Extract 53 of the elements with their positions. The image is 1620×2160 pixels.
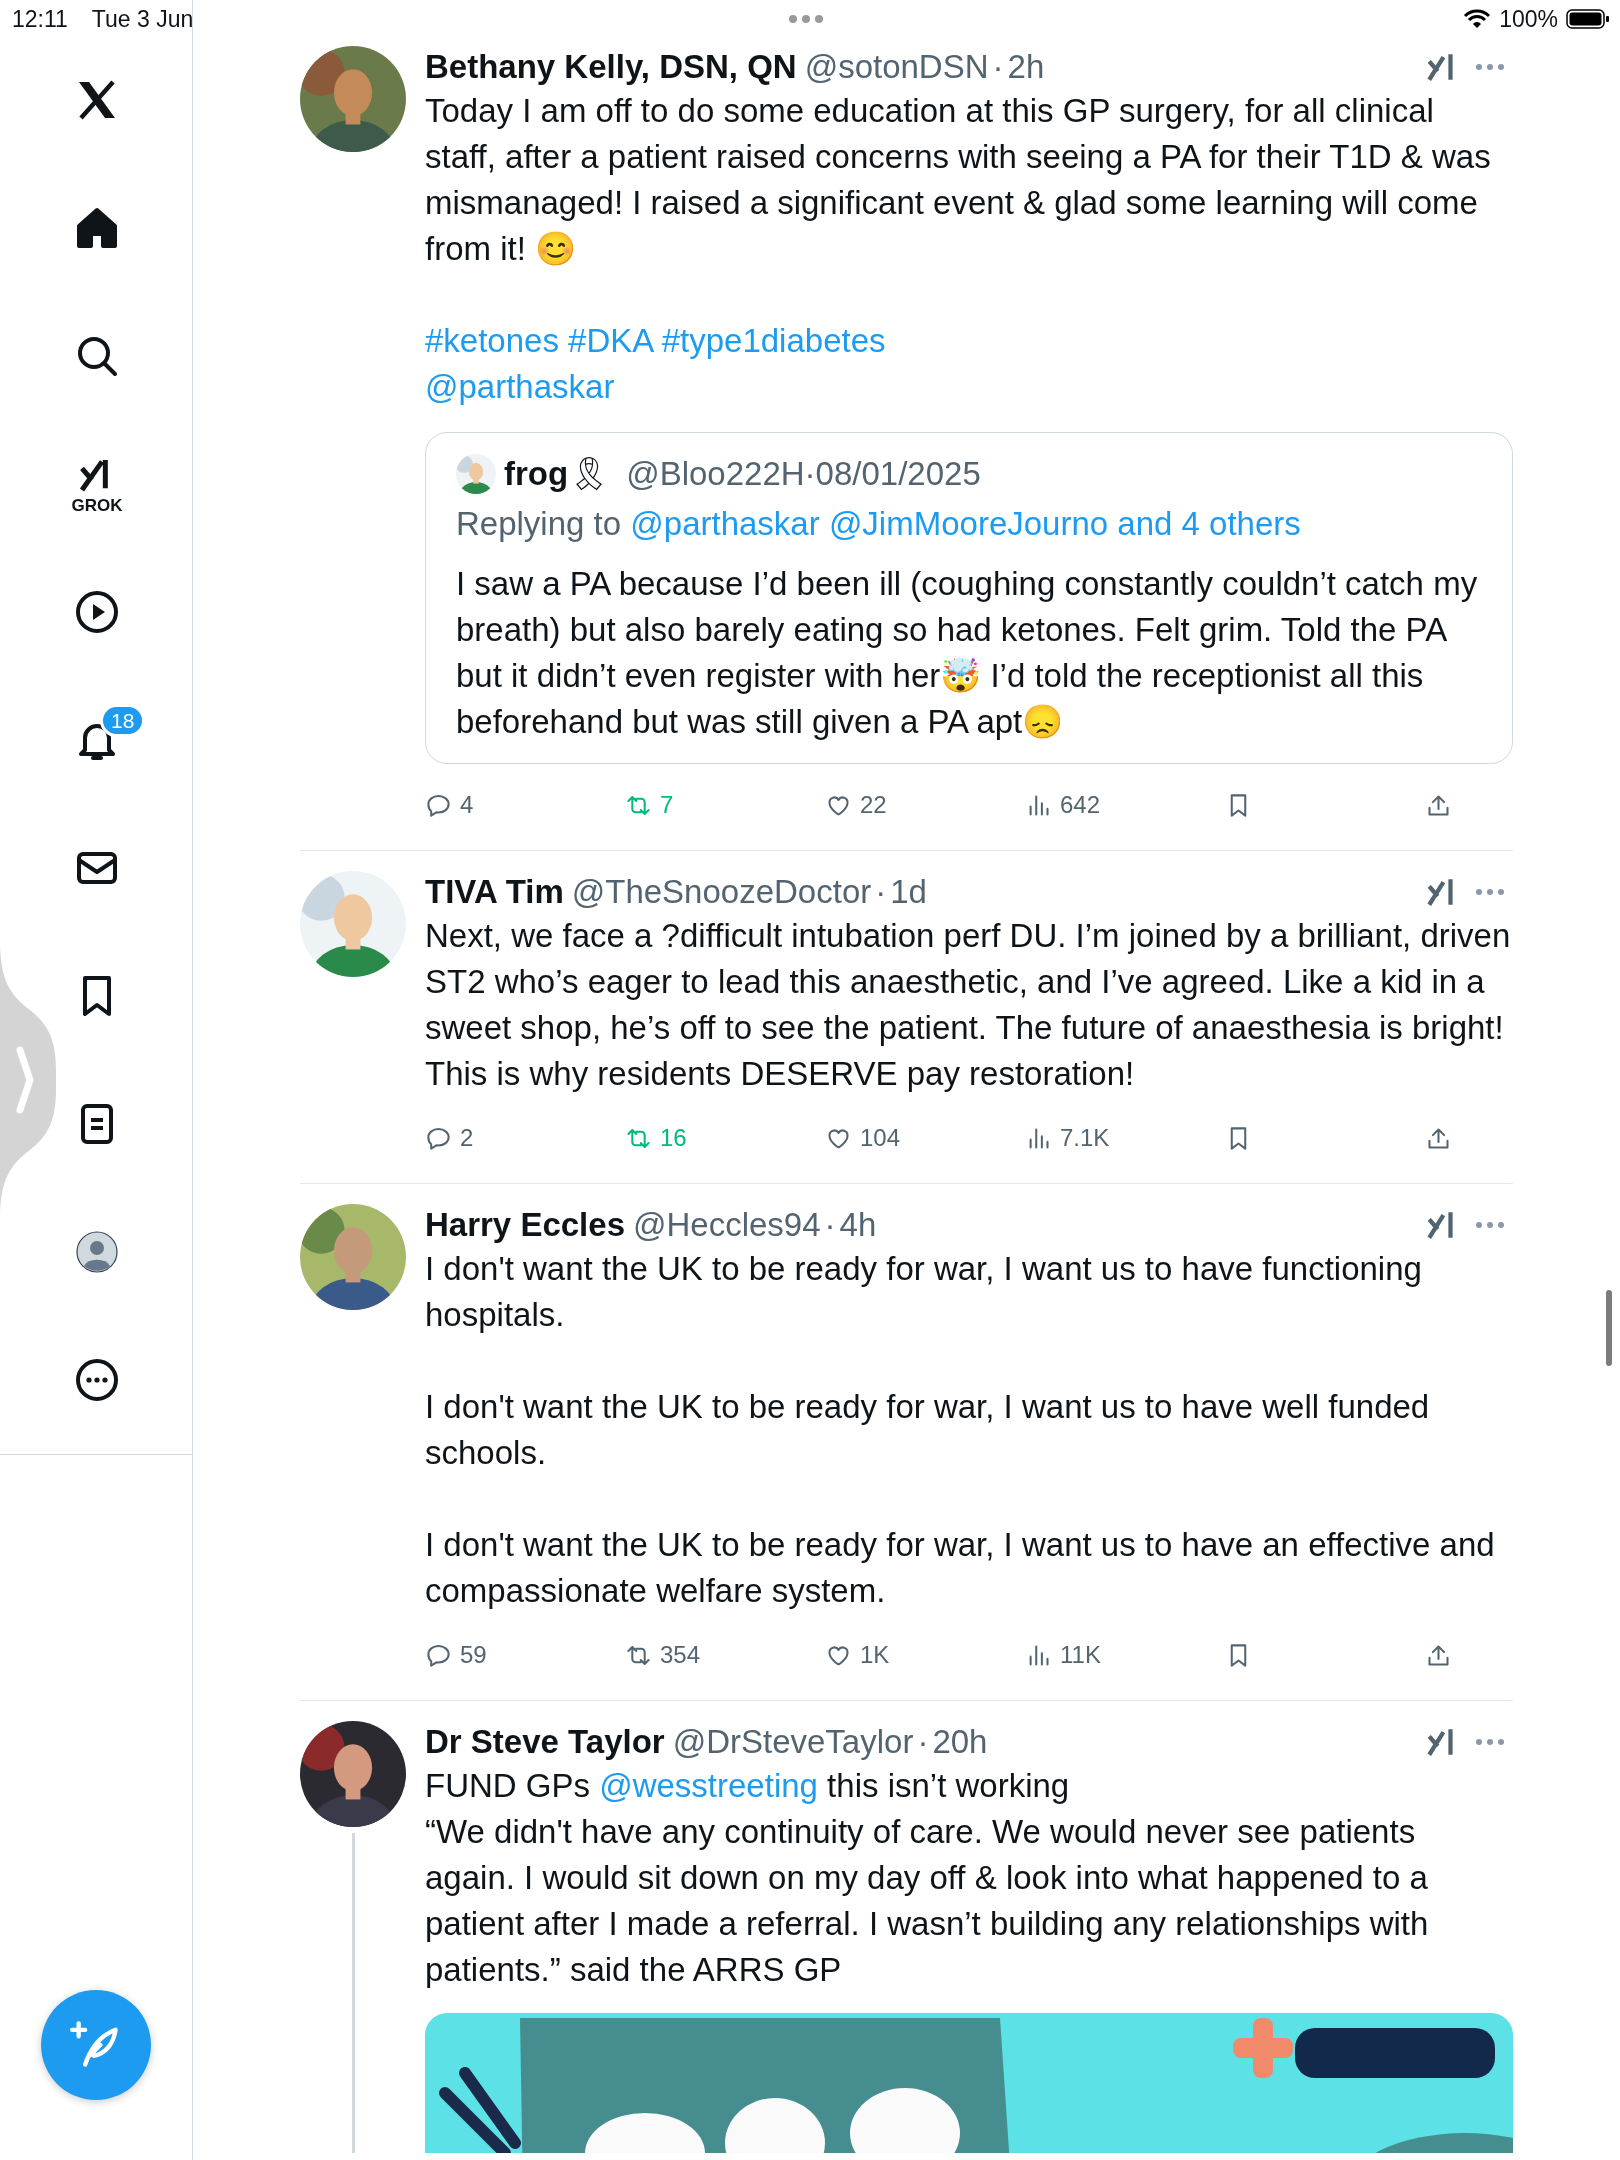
post-text: I saw a PA because I’d been ill (coughing constantly couldn’t catch my breath) but also barely eating so had ketones. Felt grim. Told the PA but it didn’t even register with her🤯 I’d told the receptionist all this beforehand but was still given a PA apt😞 (456, 564, 1479, 742)
reply-button[interactable]: 2 (425, 1120, 625, 1156)
separator-dot: · (824, 1205, 836, 1245)
battery-level: 100% (1499, 4, 1558, 34)
reply-button[interactable]: 59 (425, 1637, 625, 1673)
scrollbar[interactable] (1606, 1290, 1612, 1366)
like-button[interactable]: 22 (825, 787, 1025, 823)
views-button[interactable]: 642 (1025, 787, 1225, 823)
author-handle[interactable]: @DrSteveTaylor (672, 1721, 914, 1763)
post-time: 1d (890, 872, 927, 912)
author-name: frog (504, 454, 569, 494)
post-time: 4h (839, 1205, 877, 1245)
author-handle[interactable]: @TheSnoozeDoctor (571, 871, 872, 913)
author-handle[interactable]: @Heccles94 (633, 1204, 821, 1246)
author-handle: @Bloo222H (626, 454, 805, 494)
separator-dot: · (917, 1722, 929, 1762)
views-button[interactable]: 7.1K (1025, 1120, 1225, 1156)
more-icon[interactable] (1475, 1221, 1505, 1229)
dots-icon[interactable] (788, 14, 824, 24)
status-date: Tue 3 Jun (91, 4, 194, 34)
compose-button[interactable] (41, 1990, 151, 2100)
status-time: 12:11 (12, 4, 68, 34)
like-button[interactable]: 104 (825, 1120, 1025, 1156)
post-time: 2h (1007, 47, 1045, 87)
like-button[interactable]: 1K (825, 1637, 1025, 1673)
more-icon[interactable] (1475, 63, 1505, 71)
repost-button[interactable]: 354 (625, 1637, 825, 1673)
author-name[interactable]: Bethany Kelly, DSN, QN (425, 46, 797, 88)
separator-dot: · (804, 454, 816, 494)
author-name[interactable]: Harry Eccles (425, 1204, 625, 1246)
post-time: 20h (932, 1722, 988, 1762)
author-name[interactable]: TIVA Tim (425, 871, 564, 913)
reply-button[interactable]: 4 (425, 787, 625, 823)
replying-label: Replying to (456, 505, 622, 542)
separator-dot: · (992, 47, 1004, 87)
post-text: I don't want the UK to be ready for war, I want us to have functioning hospitals. (425, 1249, 1423, 1335)
more-icon[interactable] (1475, 888, 1505, 896)
nav-item[interactable]: GROK (57, 420, 137, 548)
post-text: Today I am off to do some education at this GP surgery, for all clinical staff, after a patient raised concerns with seeing a PA for their T1D & was mismanaged! I raised a significant event & glad some learning will come from it! 😊 (425, 91, 1492, 269)
post-text: FUND GPs @wesstreeting this isn’t working (425, 1766, 1071, 1806)
author-handle[interactable]: @sotonDSN (804, 46, 989, 88)
author-name[interactable]: Dr Steve Taylor (425, 1721, 665, 1763)
post-date: 08/01/2025 (815, 454, 981, 494)
post-text: I don't want the UK to be ready for war, I want us to have well funded schools. (425, 1387, 1431, 1473)
post-text: I don't want the UK to be ready for war, I want us to have an effective and compassionate welfare system. (425, 1525, 1496, 1611)
more-icon[interactable] (1475, 1738, 1505, 1746)
post-text: “We didn't have any continuity of care. We would never see patients again. I would sit down on my day off & look into what happened to a patient after I made a referral. I wasn’t building any relationships with patients.” said the ARRS GP (425, 1812, 1430, 1990)
separator-dot: · (875, 872, 887, 912)
wifi-icon (1463, 8, 1492, 30)
ribbon-emoji: 🎗 (568, 454, 611, 494)
views-button[interactable]: 11K (1025, 1637, 1225, 1673)
post-text: Next, we face a ?difficult intubation perf DU. I’m joined by a brilliant, driven ST2 who’s eager to lead this anaesthetic, and I’ve agreed. Like a kid in a sweet shop, he’s off to see the patient. The future of anaesthesia is bright! This is why residents DESERVE pay restoration! (425, 916, 1512, 1094)
battery-icon (1566, 8, 1610, 30)
